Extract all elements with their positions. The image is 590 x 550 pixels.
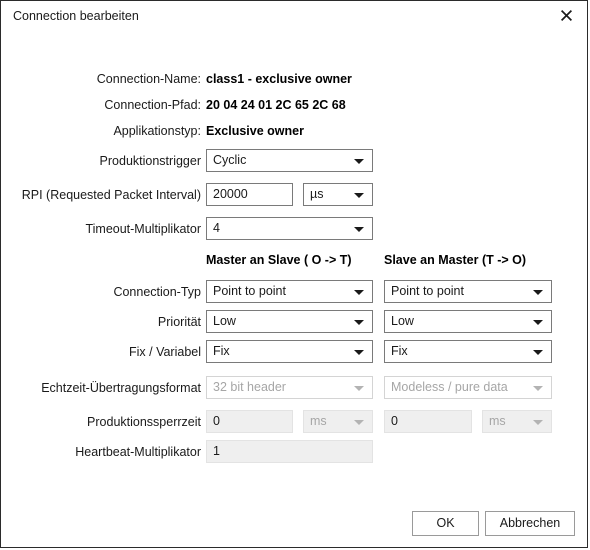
form-area: Connection-Name: class1 - exclusive owne… [1, 30, 587, 549]
chevron-down-icon [354, 320, 364, 325]
timeout-multiplier-label: Timeout-Multiplikator [85, 222, 201, 236]
rpi-value: 20000 [213, 187, 248, 201]
row-production-trigger: Produktionstrigger Cyclic [1, 148, 587, 174]
connection-type-value-right: Point to point [391, 284, 464, 298]
chevron-down-icon [533, 350, 543, 355]
heartbeat-multiplier-value: 1 [213, 444, 220, 458]
chevron-down-icon [533, 420, 543, 425]
row-timeout-multiplier: Timeout-Multiplikator 4 [1, 216, 587, 242]
realtime-format-select-tto: Modeless / pure data [384, 376, 552, 399]
chevron-down-icon [354, 386, 364, 391]
priority-select-tto[interactable]: Low [384, 310, 552, 333]
row-inhibit-time: Produktionssperrzeit 0 ms 0 ms [1, 409, 587, 435]
chevron-down-icon [354, 420, 364, 425]
connection-edit-dialog: Connection bearbeiten Connection-Name: c… [0, 0, 588, 548]
inhibit-time-input-otot: 0 [206, 410, 293, 433]
inhibit-time-input-tto: 0 [384, 410, 472, 433]
title-bar: Connection bearbeiten [1, 1, 587, 30]
chevron-down-icon [533, 320, 543, 325]
inhibit-time-unit-right: ms [489, 414, 506, 428]
row-connection-name: Connection-Name: class1 - exclusive owne… [1, 66, 587, 92]
rpi-label: RPI (Requested Packet Interval) [21, 188, 201, 202]
connection-type-select-tto[interactable]: Point to point [384, 280, 552, 303]
production-trigger-select[interactable]: Cyclic [206, 149, 373, 172]
chevron-down-icon [533, 386, 543, 391]
rpi-unit-select[interactable]: µs [303, 183, 373, 206]
chevron-down-icon [354, 350, 364, 355]
inhibit-time-value-left: 0 [213, 414, 220, 428]
production-trigger-value: Cyclic [213, 153, 247, 167]
heartbeat-multiplier-label: Heartbeat-Multiplikator [75, 445, 201, 459]
fix-variable-value-left: Fix [213, 344, 230, 358]
inhibit-time-unit-otot: ms [303, 410, 373, 433]
rpi-input[interactable]: 20000 [206, 183, 293, 206]
realtime-format-value-right: Modeless / pure data [391, 380, 508, 394]
chevron-down-icon [354, 193, 364, 198]
fix-variable-select-tto[interactable]: Fix [384, 340, 552, 363]
priority-label: Priorität [157, 315, 201, 329]
row-priority: Priorität Low Low [1, 309, 587, 335]
connection-name-value: class1 - exclusive owner [206, 72, 352, 86]
rpi-unit-value: µs [310, 187, 324, 201]
fix-variable-label: Fix / Variabel [128, 345, 201, 359]
inhibit-time-unit-left: ms [310, 414, 327, 428]
cancel-button[interactable]: Abbrechen [485, 511, 575, 536]
close-icon[interactable] [545, 1, 587, 29]
window-title: Connection bearbeiten [13, 8, 139, 23]
row-rpi: RPI (Requested Packet Interval) 20000 µs [1, 182, 587, 208]
row-realtime-format: Echtzeit-Übertragungsformat 32 bit heade… [1, 375, 587, 401]
chevron-down-icon [354, 290, 364, 295]
fix-variable-value-right: Fix [391, 344, 408, 358]
ok-button[interactable]: OK [412, 511, 479, 536]
inhibit-time-unit-tto: ms [482, 410, 552, 433]
chevron-down-icon [354, 227, 364, 232]
priority-value-right: Low [391, 314, 414, 328]
connection-path-value: 20 04 24 01 2C 65 2C 68 [206, 98, 346, 112]
chevron-down-icon [533, 290, 543, 295]
row-heartbeat-multiplier: Heartbeat-Multiplikator 1 [1, 439, 587, 465]
connection-path-label: Connection-Pfad: [104, 98, 201, 112]
column-header-master-to-slave: Master an Slave ( O -> T) [206, 253, 352, 267]
connection-name-label: Connection-Name: [96, 72, 201, 86]
priority-select-otot[interactable]: Low [206, 310, 373, 333]
timeout-multiplier-select[interactable]: 4 [206, 217, 373, 240]
heartbeat-multiplier-input: 1 [206, 440, 373, 463]
inhibit-time-label: Produktionssperrzeit [87, 415, 201, 429]
row-connection-type: Connection-Typ Point to point Point to p… [1, 279, 587, 305]
priority-value-left: Low [213, 314, 236, 328]
connection-type-label: Connection-Typ [113, 285, 201, 299]
realtime-format-select-otot: 32 bit header [206, 376, 373, 399]
fix-variable-select-otot[interactable]: Fix [206, 340, 373, 363]
realtime-format-label: Echtzeit-Übertragungsformat [41, 381, 201, 395]
column-header-slave-to-master: Slave an Master (T -> O) [384, 253, 527, 267]
production-trigger-label: Produktionstrigger [99, 154, 201, 168]
connection-type-select-otot[interactable]: Point to point [206, 280, 373, 303]
timeout-multiplier-value: 4 [213, 221, 220, 235]
chevron-down-icon [354, 159, 364, 164]
inhibit-time-value-right: 0 [391, 414, 398, 428]
application-type-value: Exclusive owner [206, 124, 304, 138]
row-fix-variable: Fix / Variabel Fix Fix [1, 339, 587, 365]
realtime-format-value-left: 32 bit header [213, 380, 286, 394]
row-application-type: Applikationstyp: Exclusive owner [1, 118, 587, 144]
row-connection-path: Connection-Pfad: 20 04 24 01 2C 65 2C 68 [1, 92, 587, 118]
connection-type-value-left: Point to point [213, 284, 286, 298]
application-type-label: Applikationstyp: [113, 124, 201, 138]
